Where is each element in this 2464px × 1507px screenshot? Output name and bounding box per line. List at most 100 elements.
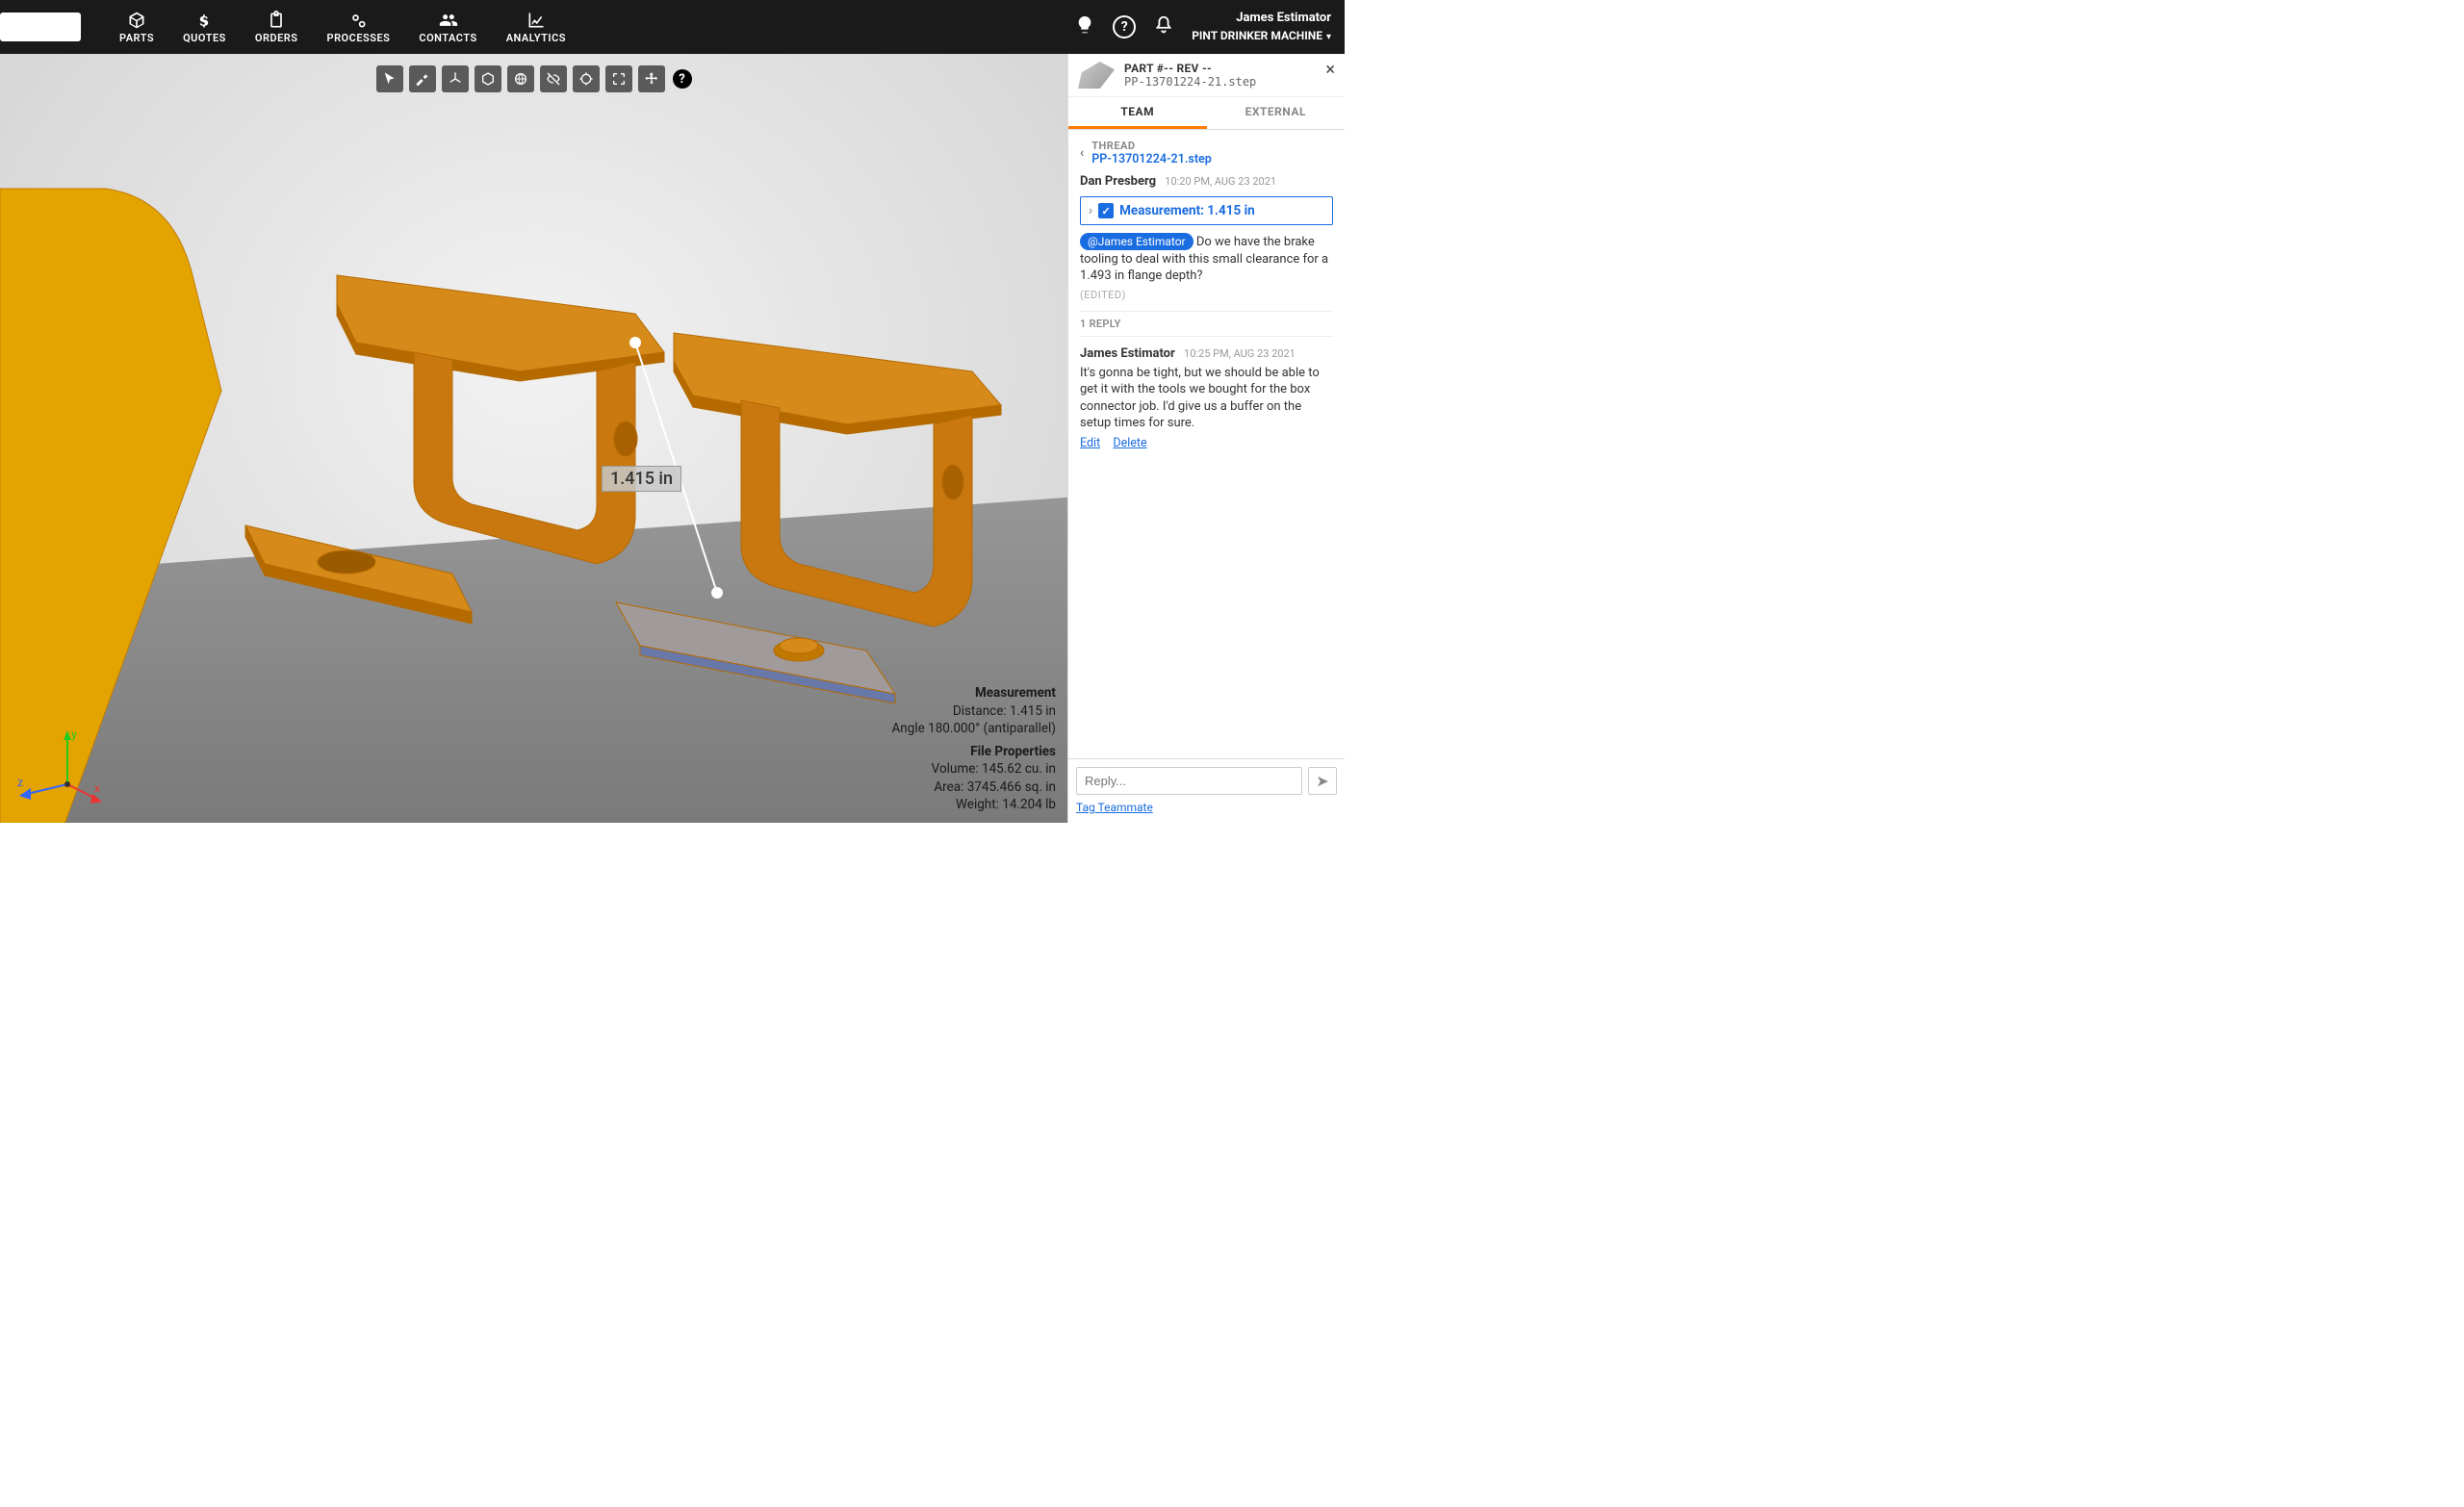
panel-tabs: TEAM EXTERNAL [1068,97,1345,130]
chart-icon [526,11,546,30]
eye-off-icon [546,71,561,87]
edit-link[interactable]: Edit [1080,436,1100,450]
thread-label: THREAD [1091,140,1212,152]
tool-hide[interactable] [540,65,567,92]
main: ? [0,54,1345,823]
nav-analytics-label: ANALYTICS [506,32,566,44]
reply-message: James Estimator 10:25 PM, AUG 23 2021 It… [1080,346,1333,450]
svg-text:x: x [94,781,100,795]
nav-orders-label: ORDERS [255,32,298,44]
move-icon [644,71,659,87]
measurement-chip-label: Measurement: 1.415 in [1119,203,1255,218]
measurement-chip[interactable]: › ✓ Measurement: 1.415 in [1080,196,1333,225]
nav-orders[interactable]: ORDERS [255,11,298,44]
target-icon [578,71,594,87]
nav-contacts-label: CONTACTS [419,32,476,44]
part-title: PART #-- REV -- [1124,62,1256,75]
message-body: @James Estimator Do we have the brake to… [1080,233,1333,285]
tab-team[interactable]: TEAM [1068,97,1207,129]
clipboard-icon [267,11,286,30]
nav-right: ? James Estimator PINT DRINKER MACHINE ▾ [1074,11,1345,44]
tool-iso[interactable] [475,65,501,92]
nav-quotes[interactable]: QUOTES [183,11,226,44]
info-weight: Weight: 14.204 lb [891,796,1056,813]
part-thumbnail [1078,62,1115,89]
tool-pan[interactable] [638,65,665,92]
user-name: James Estimator [1192,11,1331,26]
info-angle: Angle 180.000° (antiparallel) [891,720,1056,737]
reply-count: 1 REPLY [1080,311,1333,337]
compose-area: ➤ Tag Teammate [1068,758,1345,823]
viewer-info: Measurement Distance: 1.415 in Angle 180… [891,678,1056,813]
nav-contacts[interactable]: CONTACTS [419,11,476,44]
logo[interactable] [0,13,81,41]
reply-time: 10:25 PM, AUG 23 2021 [1184,347,1296,360]
help-icon[interactable]: ? [1113,15,1136,38]
axis-gizmo[interactable]: y x z [10,717,106,813]
lightbulb-icon[interactable] [1074,14,1095,39]
send-button[interactable]: ➤ [1308,767,1337,795]
axes-icon [448,71,463,87]
original-message: Dan Presberg 10:20 PM, AUG 23 2021 › ✓ M… [1080,174,1333,301]
info-area: Area: 3745.466 sq. in [891,779,1056,796]
cursor-icon [382,71,398,87]
nav-quotes-label: QUOTES [183,32,226,44]
gears-icon [348,11,368,30]
tab-external[interactable]: EXTERNAL [1207,97,1346,129]
user-org: PINT DRINKER MACHINE [1192,29,1322,42]
viewer-toolbar: ? [376,65,692,92]
toolbar-help[interactable]: ? [673,69,692,89]
nav-parts-label: PARTS [119,32,154,44]
cube-icon [127,11,146,30]
info-file-heading: File Properties [891,743,1056,760]
cube-outline-icon [480,71,496,87]
part-filename: PP-13701224-21.step [1124,75,1256,89]
globe-icon [513,71,528,87]
info-distance: Distance: 1.415 in [891,702,1056,720]
tool-measure[interactable] [409,65,436,92]
nav-processes[interactable]: PROCESSES [327,11,391,44]
back-icon[interactable]: ‹ [1080,145,1084,161]
tool-fit[interactable] [605,65,632,92]
reply-actions: Edit Delete [1080,436,1333,450]
svg-text:z: z [17,776,23,789]
side-panel: PART #-- REV -- PP-13701224-21.step × TE… [1067,54,1345,823]
reply-author: James Estimator [1080,346,1175,361]
panel-header: PART #-- REV -- PP-13701224-21.step × [1068,54,1345,97]
chevron-down-icon: ▾ [1326,32,1331,42]
tool-wireframe[interactable] [507,65,534,92]
thread-filename[interactable]: PP-13701224-21.step [1091,152,1212,166]
tool-orient[interactable] [442,65,469,92]
tag-teammate-link[interactable]: Tag Teammate [1076,801,1153,814]
dollar-icon [194,11,214,30]
svg-text:y: y [71,728,77,741]
chevron-right-icon: › [1089,203,1092,218]
top-nav: PARTS QUOTES ORDERS PROCESSES CONTACTS A… [0,0,1345,54]
nav-parts[interactable]: PARTS [119,11,154,44]
people-icon [439,11,458,30]
reply-input[interactable] [1076,767,1302,795]
nav-analytics[interactable]: ANALYTICS [506,11,566,44]
delete-link[interactable]: Delete [1113,436,1146,450]
tool-focus[interactable] [573,65,600,92]
3d-viewport[interactable]: ? [0,54,1067,823]
thread-breadcrumb: ‹ THREAD PP-13701224-21.step [1080,140,1333,166]
tool-select[interactable] [376,65,403,92]
message-author: Dan Presberg [1080,174,1156,189]
mention-pill[interactable]: @James Estimator [1080,233,1194,250]
info-measurement-heading: Measurement [891,684,1056,702]
reply-text: It's gonna be tight, but we should be ab… [1080,365,1333,432]
hammer-icon [415,71,430,87]
user-menu[interactable]: James Estimator PINT DRINKER MACHINE ▾ [1192,11,1331,44]
message-time: 10:20 PM, AUG 23 2021 [1165,175,1276,188]
close-icon[interactable]: × [1325,60,1335,80]
bell-icon[interactable] [1153,14,1174,39]
edited-label: (EDITED) [1080,289,1333,301]
nav-items: PARTS QUOTES ORDERS PROCESSES CONTACTS A… [119,11,566,44]
info-volume: Volume: 145.62 cu. in [891,760,1056,778]
nav-processes-label: PROCESSES [327,32,391,44]
panel-body: ‹ THREAD PP-13701224-21.step Dan Presber… [1068,130,1345,758]
checkbox-icon[interactable]: ✓ [1098,203,1114,218]
measurement-label: 1.415 in [602,466,681,492]
fullscreen-icon [611,71,627,87]
